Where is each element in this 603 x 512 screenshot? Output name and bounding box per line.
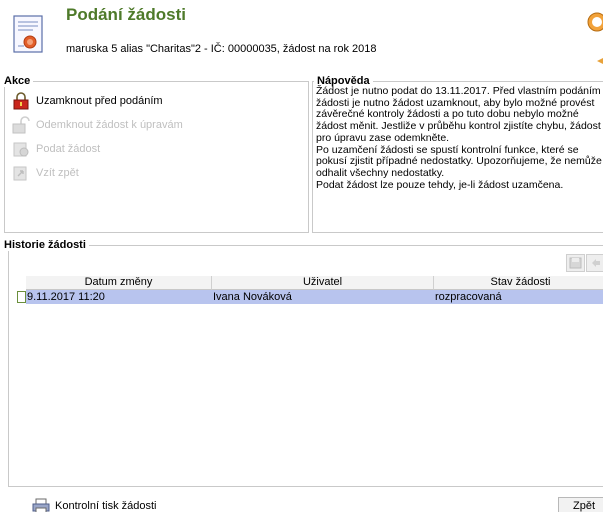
unlock-label: Odemknout žádost k úpravám — [36, 119, 183, 131]
page-subtitle: maruska 5 alias "Charitas"2 - IČ: 000000… — [66, 43, 377, 55]
history-legend: Historie žádosti — [1, 239, 89, 251]
help-icon[interactable] — [587, 12, 603, 32]
undo-arrow-icon — [592, 259, 600, 267]
column-header-user[interactable]: Uživatel — [212, 276, 434, 290]
printer-icon — [32, 498, 50, 512]
print-check-button[interactable]: Kontrolní tisk žádosti — [32, 496, 157, 512]
back-button[interactable]: Zpět — [558, 497, 603, 512]
grid-header: Datum změny Uživatel Stav žádosti — [26, 276, 603, 290]
cell-status: rozpracovaná — [435, 291, 502, 303]
page-header: Podání žádosti maruska 5 alias "Charitas… — [0, 0, 603, 70]
print-check-label: Kontrolní tisk žádosti — [55, 500, 157, 512]
collapse-arrow-icon[interactable] — [595, 56, 603, 66]
withdraw-button[interactable]: Vzít zpět — [12, 164, 79, 182]
unlock-icon — [12, 116, 30, 134]
help-text: Žádost je nutno podat do 13.11.2017. Pře… — [316, 85, 603, 191]
row-checkbox[interactable] — [17, 291, 26, 303]
page-title: Podání žádosti — [66, 5, 186, 24]
submit-label: Podat žádost — [36, 143, 101, 155]
withdraw-icon — [13, 166, 27, 181]
withdraw-label: Vzít zpět — [36, 167, 79, 179]
lock-icon — [13, 92, 29, 110]
actions-panel: Akce Uzamknout před podáním Odemknout žá… — [1, 75, 309, 233]
cell-user: Ivana Nováková — [213, 291, 292, 303]
cell-date: 9.11.2017 11:20 — [27, 291, 105, 303]
floppy-icon — [569, 257, 582, 269]
document-seal-icon — [13, 15, 43, 53]
row-cells[interactable]: 9.11.2017 11:20 Ivana Nováková rozpracov… — [26, 290, 603, 304]
help-panel: Nápověda Žádost je nutno podat do 13.11.… — [312, 75, 603, 233]
help-line: pro úpravu zase odemkněte. — [316, 131, 450, 144]
unlock-button[interactable]: Odemknout žádost k úpravám — [12, 116, 183, 134]
actions-legend: Akce — [1, 75, 34, 87]
grid-undo-button[interactable] — [586, 254, 603, 272]
submit-icon — [13, 142, 29, 157]
table-row[interactable]: 9.11.2017 11:20 Ivana Nováková rozpracov… — [8, 290, 603, 304]
grid-save-button[interactable] — [566, 254, 585, 272]
column-header-status[interactable]: Stav žádosti — [434, 276, 603, 290]
help-line: Žádost je nutno podat do 13.11.2017. Pře… — [316, 85, 601, 97]
submit-button[interactable]: Podat žádost — [12, 140, 100, 158]
column-header-date[interactable]: Datum změny — [26, 276, 212, 290]
help-line: Podat žádost lze pouze tehdy, je-li žádo… — [316, 178, 564, 191]
help-line: odhalit všechny nedostatky. — [316, 166, 445, 179]
lock-button[interactable]: Uzamknout před podáním — [12, 92, 163, 110]
lock-label: Uzamknout před podáním — [36, 95, 163, 107]
